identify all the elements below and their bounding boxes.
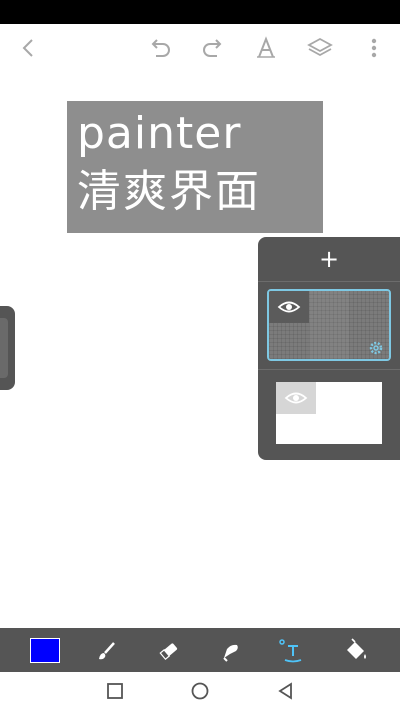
undo-icon[interactable]	[146, 34, 174, 62]
color-swatch[interactable]	[30, 638, 60, 663]
system-nav-bar	[0, 672, 400, 710]
brush-icon[interactable]	[94, 638, 120, 664]
layers-icon[interactable]	[306, 34, 334, 62]
status-bar	[0, 0, 400, 24]
visibility-toggle[interactable]	[269, 291, 309, 323]
add-layer-button[interactable]: +	[258, 237, 400, 281]
text-layer[interactable]: painter 清爽界面	[67, 101, 323, 233]
layer-item-2[interactable]	[276, 382, 382, 444]
panel-divider	[258, 369, 400, 370]
visibility-toggle[interactable]	[276, 382, 316, 414]
more-vert-icon[interactable]	[360, 34, 388, 62]
gear-icon[interactable]	[367, 339, 385, 357]
layer-item-1[interactable]	[267, 289, 391, 361]
redo-icon[interactable]	[199, 34, 227, 62]
eraser-icon[interactable]	[156, 638, 182, 664]
layers-panel: +	[258, 237, 400, 460]
recents-icon[interactable]	[105, 681, 125, 701]
fill-bucket-icon[interactable]	[343, 638, 369, 664]
text-layer-line2: 清爽界面	[77, 166, 261, 217]
side-panel-handle[interactable]	[0, 306, 15, 390]
layer-thumbnail-band	[309, 291, 349, 359]
text-tool-icon[interactable]	[278, 638, 304, 664]
text-layer-line1: painter	[77, 108, 242, 159]
back-icon[interactable]	[14, 34, 42, 62]
eye-icon	[277, 301, 301, 313]
home-icon[interactable]	[190, 681, 210, 701]
top-toolbar	[0, 24, 400, 72]
back-nav-icon[interactable]	[276, 681, 296, 701]
eye-icon	[284, 392, 308, 404]
side-panel-handle-grip	[0, 318, 8, 378]
panel-divider	[258, 281, 400, 282]
smudge-icon[interactable]	[218, 638, 244, 664]
bottom-toolbar	[0, 628, 400, 672]
text-style-icon[interactable]	[252, 34, 280, 62]
